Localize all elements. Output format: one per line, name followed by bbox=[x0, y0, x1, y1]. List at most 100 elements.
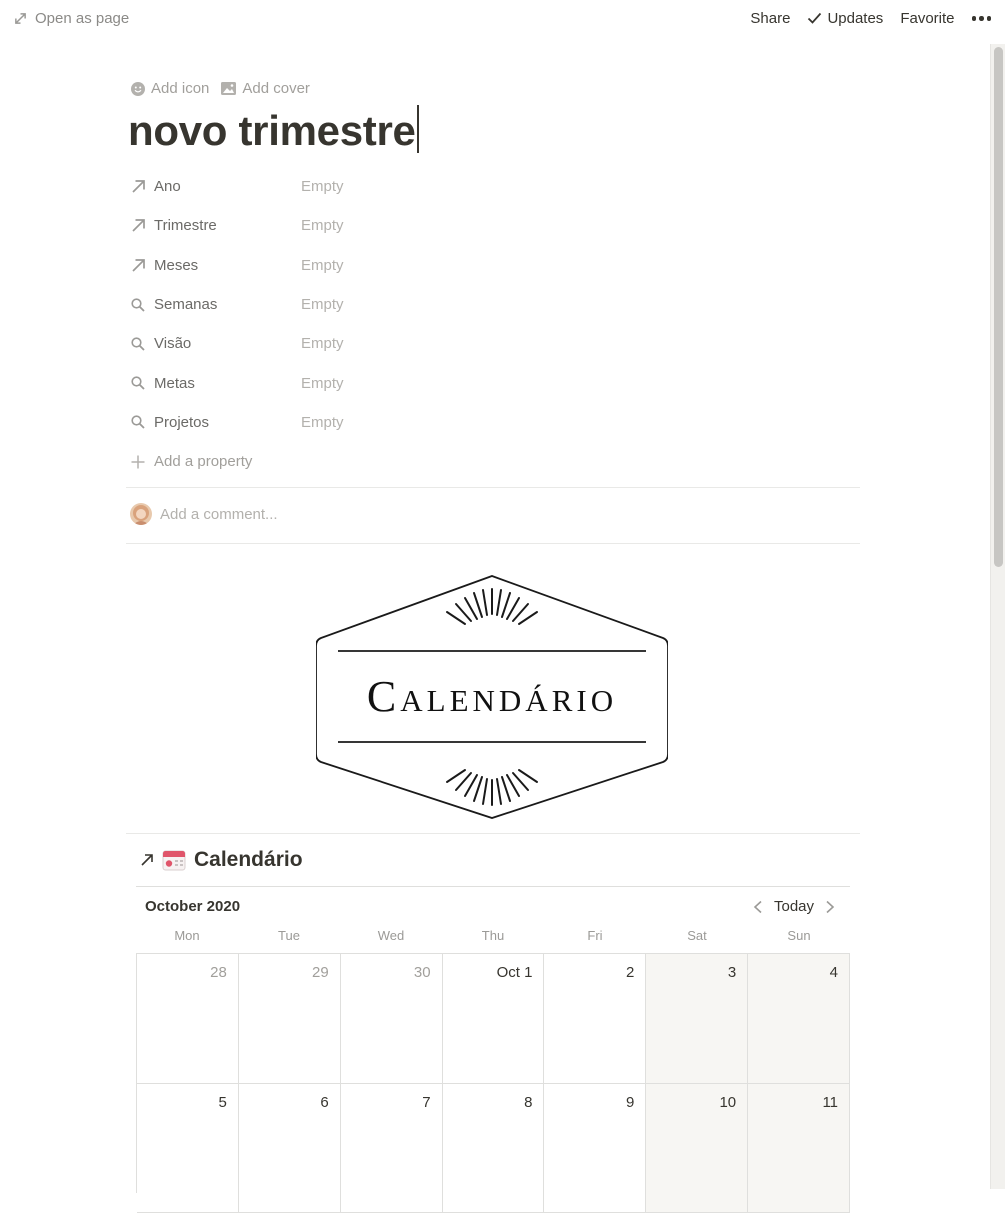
weekday-label: Sat bbox=[646, 928, 748, 943]
calendario-banner-image: Calendário bbox=[316, 574, 668, 820]
open-as-page-button[interactable]: Open as page bbox=[14, 10, 129, 27]
share-button[interactable]: Share bbox=[750, 10, 790, 27]
next-month-button[interactable] bbox=[824, 900, 836, 914]
property-value[interactable]: Empty bbox=[301, 296, 344, 313]
property-name: Metas bbox=[154, 375, 301, 392]
property-name: Projetos bbox=[154, 414, 301, 431]
database-header[interactable]: Calendário bbox=[140, 848, 303, 872]
calendar-emoji-icon bbox=[162, 849, 186, 871]
property-value[interactable]: Empty bbox=[301, 178, 344, 195]
property-row-projetos[interactable]: Projetos Empty bbox=[128, 403, 860, 442]
property-name: Visão bbox=[154, 335, 301, 352]
image-icon bbox=[221, 82, 236, 95]
chevron-left-icon bbox=[752, 900, 764, 914]
day-number: 7 bbox=[422, 1094, 430, 1111]
add-property-button[interactable]: Add a property bbox=[128, 442, 860, 481]
search-icon bbox=[128, 337, 154, 351]
calendar-day[interactable]: 30 bbox=[341, 954, 443, 1084]
property-value[interactable]: Empty bbox=[301, 414, 344, 431]
comment-row[interactable]: Add a comment... bbox=[130, 503, 278, 525]
weekday-label: Fri bbox=[544, 928, 646, 943]
favorite-button[interactable]: Favorite bbox=[900, 10, 954, 27]
day-number: 6 bbox=[320, 1094, 328, 1111]
calendar-day[interactable]: 2 bbox=[544, 954, 646, 1084]
comment-input[interactable]: Add a comment... bbox=[160, 506, 278, 523]
weekday-label: Tue bbox=[238, 928, 340, 943]
smiley-icon bbox=[131, 82, 145, 96]
updates-button[interactable]: Updates bbox=[807, 10, 883, 27]
property-value[interactable]: Empty bbox=[301, 257, 344, 274]
calendar-day[interactable]: 6 bbox=[239, 1084, 341, 1213]
calendar-day[interactable]: 28 bbox=[137, 954, 239, 1084]
search-icon bbox=[128, 376, 154, 390]
property-row-meses[interactable]: Meses Empty bbox=[128, 246, 860, 285]
add-cover-button[interactable]: Add cover bbox=[221, 80, 310, 97]
day-number: 10 bbox=[719, 1094, 736, 1111]
property-name: Semanas bbox=[154, 296, 301, 313]
property-row-trimestre[interactable]: Trimestre Empty bbox=[128, 206, 860, 245]
property-row-metas[interactable]: Metas Empty bbox=[128, 363, 860, 402]
calendar-week: 28 29 30 Oct 1 2 3 4 bbox=[137, 954, 850, 1084]
calendar-month-label: October 2020 bbox=[145, 898, 240, 915]
page-title-text: novo trimestre bbox=[128, 107, 416, 154]
page-title[interactable]: novo trimestre bbox=[128, 104, 419, 158]
search-icon bbox=[128, 298, 154, 312]
updates-label: Updates bbox=[827, 10, 883, 27]
chevron-right-icon bbox=[824, 900, 836, 914]
property-name: Ano bbox=[154, 178, 301, 195]
weekday-header: Mon Tue Wed Thu Fri Sat Sun bbox=[136, 928, 850, 943]
scrollbar-thumb[interactable] bbox=[994, 47, 1003, 567]
calendar-day[interactable]: 9 bbox=[544, 1084, 646, 1213]
weekday-label: Wed bbox=[340, 928, 442, 943]
day-number: 28 bbox=[210, 964, 227, 981]
add-cover-label: Add cover bbox=[242, 80, 310, 97]
calendar-day[interactable]: 29 bbox=[239, 954, 341, 1084]
property-value[interactable]: Empty bbox=[301, 335, 344, 352]
day-number: 30 bbox=[414, 964, 431, 981]
prev-month-button[interactable] bbox=[752, 900, 764, 914]
favorite-label: Favorite bbox=[900, 10, 954, 27]
calendar-day[interactable]: 4 bbox=[748, 954, 850, 1084]
open-as-page-label: Open as page bbox=[35, 10, 129, 27]
weekday-label: Mon bbox=[136, 928, 238, 943]
calendar-day[interactable]: 11 bbox=[748, 1084, 850, 1213]
calendar-day[interactable]: 8 bbox=[443, 1084, 545, 1213]
property-row-ano[interactable]: Ano Empty bbox=[128, 167, 860, 206]
property-name: Meses bbox=[154, 257, 301, 274]
property-row-semanas[interactable]: Semanas Empty bbox=[128, 285, 860, 324]
page-controls: Add icon Add cover bbox=[131, 80, 310, 97]
property-value[interactable]: Empty bbox=[301, 375, 344, 392]
banner-text: Calendário bbox=[367, 672, 617, 721]
divider bbox=[126, 487, 860, 488]
property-name: Trimestre bbox=[154, 217, 301, 234]
property-row-visao[interactable]: Visão Empty bbox=[128, 324, 860, 363]
share-label: Share bbox=[750, 10, 790, 27]
day-number: 2 bbox=[626, 964, 634, 981]
property-value[interactable]: Empty bbox=[301, 217, 344, 234]
today-button[interactable]: Today bbox=[774, 898, 814, 915]
arrow-up-right-icon bbox=[128, 258, 154, 273]
calendar-day[interactable]: 5 bbox=[137, 1084, 239, 1213]
database-title: Calendário bbox=[194, 848, 303, 872]
plus-icon bbox=[128, 455, 154, 469]
database-divider bbox=[136, 886, 850, 887]
day-number: 4 bbox=[830, 964, 838, 981]
search-icon bbox=[128, 415, 154, 429]
calendar-day[interactable]: 10 bbox=[646, 1084, 748, 1213]
calendar-day[interactable]: 7 bbox=[341, 1084, 443, 1213]
more-options-icon[interactable] bbox=[972, 16, 992, 21]
day-number: 29 bbox=[312, 964, 329, 981]
calendar-week: 5 6 7 8 9 10 11 bbox=[137, 1084, 850, 1213]
properties-list: Ano Empty Trimestre Empty Meses Empty Se… bbox=[128, 167, 860, 481]
link-arrow-icon bbox=[140, 853, 154, 867]
divider bbox=[126, 543, 860, 544]
text-cursor bbox=[417, 105, 419, 153]
day-number: 8 bbox=[524, 1094, 532, 1111]
add-icon-label: Add icon bbox=[151, 80, 209, 97]
weekday-label: Thu bbox=[442, 928, 544, 943]
calendar-day[interactable]: Oct 1 bbox=[443, 954, 545, 1084]
day-number: 3 bbox=[728, 964, 736, 981]
calendar-day[interactable]: 3 bbox=[646, 954, 748, 1084]
arrow-up-right-icon bbox=[128, 179, 154, 194]
add-icon-button[interactable]: Add icon bbox=[131, 80, 209, 97]
